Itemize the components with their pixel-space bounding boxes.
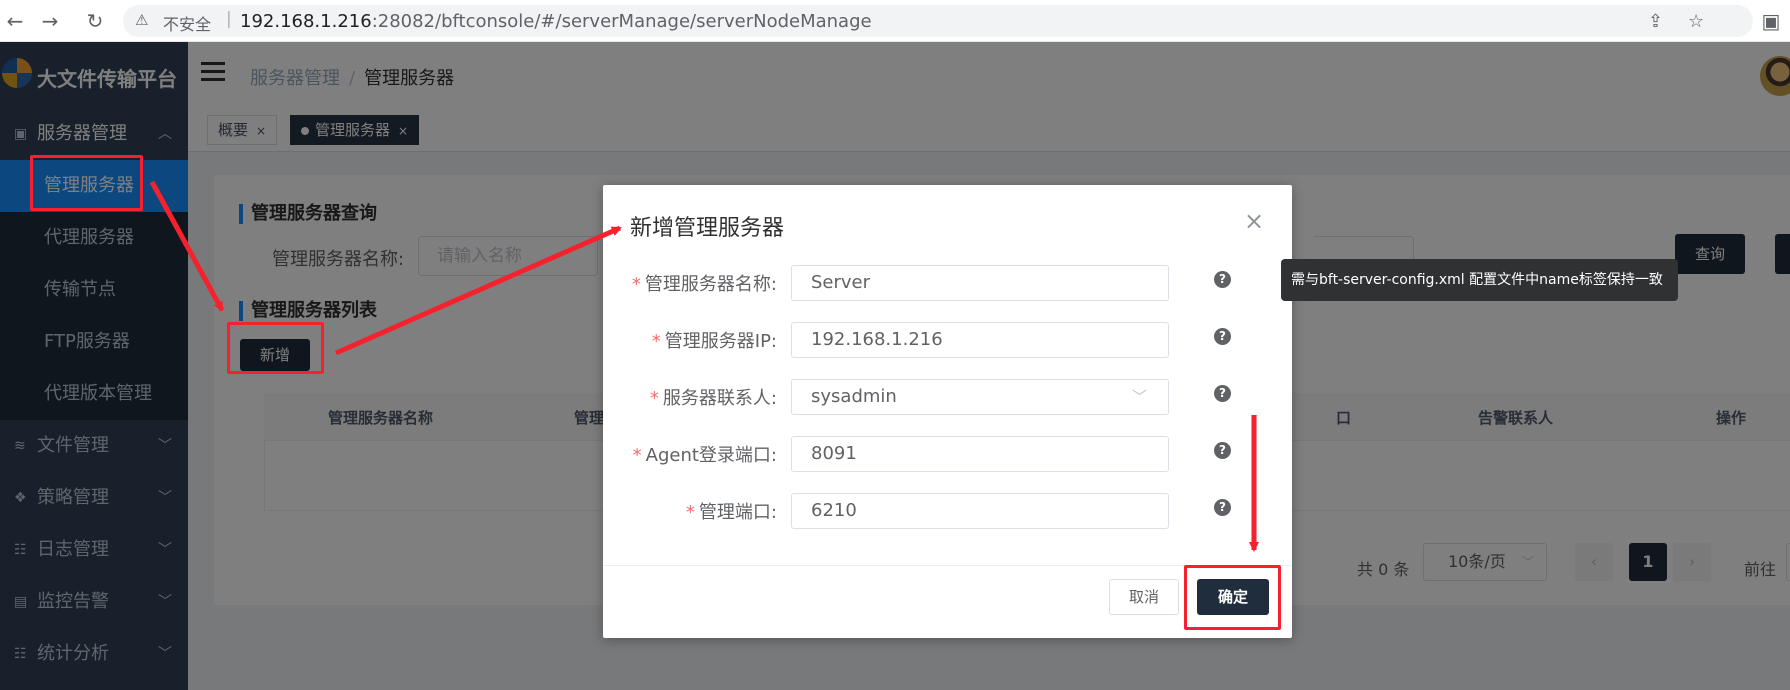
annotation-box-confirm xyxy=(1184,565,1281,630)
browser-toolbar: ← → ↻ ⚠ 不安全 | 192.168.1.216:28082/bftcon… xyxy=(0,0,1790,42)
help-tooltip: 需与bft-server-config.xml 配置文件中name标签保持一致 xyxy=(1281,259,1678,301)
server-ip-input[interactable]: 192.168.1.216 xyxy=(791,322,1169,358)
help-icon[interactable]: ? xyxy=(1214,385,1231,402)
help-icon[interactable]: ? xyxy=(1214,442,1231,459)
sidebar-toggle-icon[interactable]: ▣ xyxy=(1758,8,1784,34)
manage-port-input[interactable]: 6210 xyxy=(791,493,1169,529)
url-text[interactable]: 192.168.1.216:28082/bftconsole/#/serverM… xyxy=(240,11,872,32)
help-icon[interactable]: ? xyxy=(1214,328,1231,345)
insecure-label: 不安全 xyxy=(163,15,212,34)
star-icon[interactable]: ☆ xyxy=(1688,11,1704,32)
annotation-box-sidebar xyxy=(30,155,143,211)
field-label-server-name: * 管理服务器名称: xyxy=(631,274,777,295)
back-icon[interactable]: ← xyxy=(2,8,28,34)
help-icon[interactable]: ? xyxy=(1214,499,1231,516)
forward-icon[interactable]: → xyxy=(37,8,63,34)
dialog-title: 新增管理服务器 xyxy=(630,216,785,241)
agent-port-input[interactable]: 8091 xyxy=(791,436,1169,472)
server-name-input[interactable]: Server xyxy=(791,265,1169,301)
field-label-server-ip: * 管理服务器IP: xyxy=(651,331,777,352)
chevron-down-icon: ﹀ xyxy=(1132,388,1148,406)
help-icon[interactable]: ? xyxy=(1214,271,1231,288)
field-label-contact: * 服务器联系人: xyxy=(649,388,777,409)
cancel-button[interactable]: 取消 xyxy=(1109,579,1179,615)
contact-select[interactable]: sysadmin ﹀ xyxy=(791,379,1169,415)
warning-icon: ⚠ xyxy=(135,11,149,29)
field-label-manage-port: * 管理端口: xyxy=(685,502,777,523)
share-icon[interactable]: ⇪ xyxy=(1648,11,1663,32)
field-label-agent-port: * Agent登录端口: xyxy=(632,445,777,466)
annotation-box-add xyxy=(227,322,324,374)
close-icon[interactable]: × xyxy=(1244,207,1264,235)
reload-icon[interactable]: ↻ xyxy=(82,8,108,34)
url-separator: | xyxy=(226,9,232,29)
address-bar[interactable]: ⚠ 不安全 | 192.168.1.216:28082/bftconsole/#… xyxy=(123,5,1753,37)
